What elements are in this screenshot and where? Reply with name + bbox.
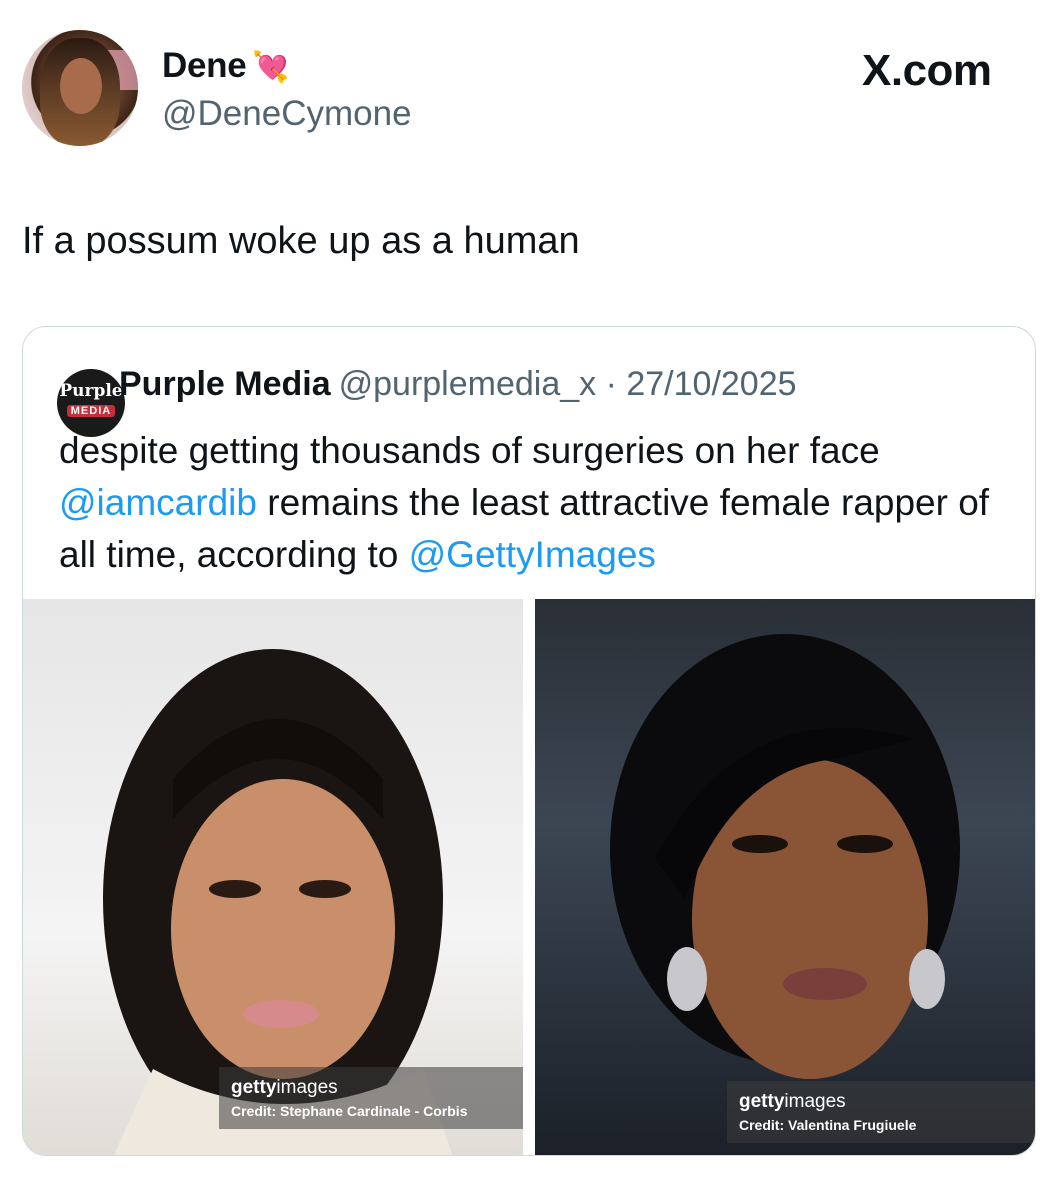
photo-credit-left: Credit: Stephane Cardinale - Corbis bbox=[231, 1103, 468, 1119]
getty-logo-left: gettyimages bbox=[231, 1077, 338, 1098]
quoted-tweet[interactable]: Purple MEDIA Purple Media @purplemedia_x … bbox=[22, 326, 1036, 1156]
mention-iamcardib[interactable]: @iamcardib bbox=[59, 482, 257, 523]
x-logo: X.com bbox=[862, 46, 992, 95]
author-handle[interactable]: @DeneCymone bbox=[162, 94, 412, 134]
quote-text-part-1: despite getting thousands of surgeries o… bbox=[59, 430, 880, 471]
mention-gettyimages[interactable]: @GettyImages bbox=[409, 534, 656, 575]
author-avatar[interactable] bbox=[22, 30, 138, 146]
quote-author-name[interactable]: Purple Media bbox=[119, 365, 331, 403]
purple-media-logo-subtext: MEDIA bbox=[67, 405, 115, 417]
getty-watermark-left: gettyimages Credit: Stephane Cardinale -… bbox=[219, 1067, 523, 1129]
portrait-illustration-right bbox=[610, 634, 960, 1079]
getty-watermark-right: gettyimages Credit: Valentina Frugiuele bbox=[727, 1081, 1035, 1143]
heart-arrow-icon: 💘 bbox=[252, 51, 290, 84]
quote-header: Purple Media @purplemedia_x · 27/10/2025 bbox=[119, 365, 797, 404]
quote-handle-date[interactable]: @purplemedia_x · 27/10/2025 bbox=[339, 365, 797, 403]
quote-text: despite getting thousands of surgeries o… bbox=[59, 425, 1009, 581]
quote-photo-right[interactable]: gettyimages Credit: Valentina Frugiuele bbox=[535, 599, 1035, 1155]
photo-credit-right: Credit: Valentina Frugiuele bbox=[739, 1117, 917, 1133]
author-name[interactable]: Dene 💘 bbox=[162, 46, 290, 86]
author-name-text: Dene bbox=[162, 46, 247, 85]
purple-media-logo-text: Purple bbox=[59, 381, 123, 401]
tweet-text: If a possum woke up as a human bbox=[22, 220, 580, 262]
avatar-face bbox=[60, 58, 102, 114]
quote-photo-left[interactable]: gettyimages Credit: Stephane Cardinale -… bbox=[23, 599, 523, 1155]
getty-logo-right: gettyimages bbox=[739, 1091, 846, 1112]
